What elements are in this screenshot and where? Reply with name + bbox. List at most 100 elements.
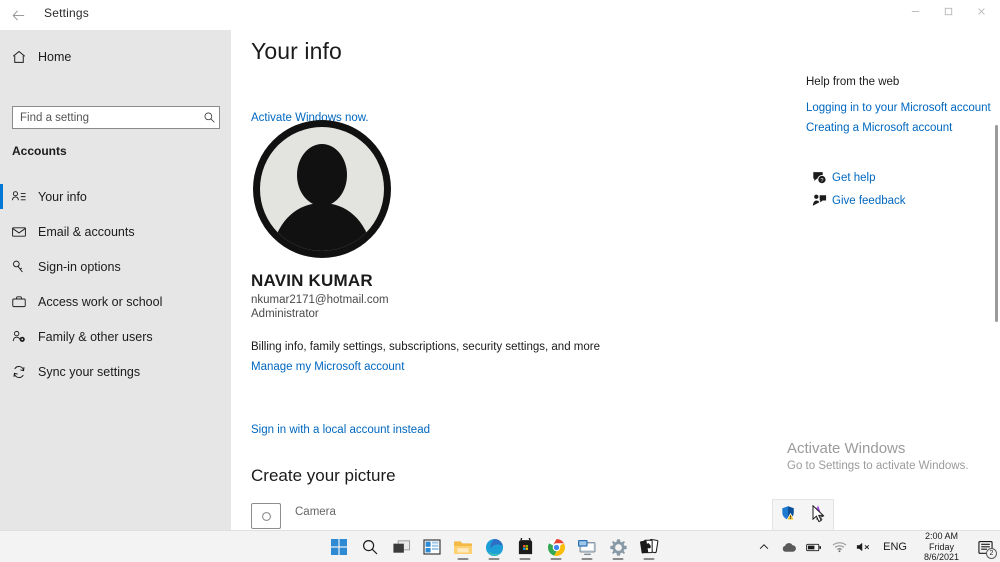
briefcase-icon bbox=[0, 294, 38, 310]
settings-gear-icon[interactable] bbox=[607, 531, 629, 562]
billing-info-text: Billing info, family settings, subscript… bbox=[251, 341, 600, 353]
defender-shield-warning-icon[interactable] bbox=[780, 505, 796, 526]
notifications-badge: 2 bbox=[986, 548, 997, 559]
selection-accent-bar bbox=[0, 184, 3, 209]
selection-accent-bar bbox=[0, 324, 3, 349]
wifi-icon[interactable] bbox=[831, 531, 847, 562]
close-icon bbox=[976, 6, 987, 17]
default-user-avatar bbox=[250, 117, 394, 261]
key-icon bbox=[0, 259, 38, 275]
search-icon[interactable] bbox=[199, 111, 219, 124]
chevron-up-icon[interactable] bbox=[756, 531, 772, 562]
sidebar-nav-list: Your info Email & accounts bbox=[0, 179, 231, 389]
sidebar-home-label: Home bbox=[38, 50, 71, 64]
clock-date: 8/6/2021 bbox=[924, 552, 959, 562]
get-help-icon: ? bbox=[806, 170, 832, 185]
search-input[interactable] bbox=[13, 107, 199, 128]
sidebar-item-email-accounts[interactable]: Email & accounts bbox=[0, 214, 231, 249]
google-chrome-icon[interactable] bbox=[545, 531, 567, 562]
sidebar-item-access-work-school[interactable]: Access work or school bbox=[0, 284, 231, 319]
sidebar-item-sign-in-options[interactable]: Sign-in options bbox=[0, 249, 231, 284]
vertical-scrollbar[interactable] bbox=[995, 125, 998, 322]
manage-microsoft-account-link[interactable]: Manage my Microsoft account bbox=[251, 361, 404, 373]
sidebar-item-label: Sign-in options bbox=[38, 260, 121, 274]
widgets-icon[interactable] bbox=[421, 531, 443, 562]
help-link-logging-in[interactable]: Logging in to your Microsoft account bbox=[806, 102, 991, 114]
speaker-muted-icon[interactable] bbox=[856, 531, 872, 562]
selection-accent-bar bbox=[0, 289, 3, 314]
running-indicator bbox=[458, 558, 469, 560]
user-email: nkumar2171@hotmail.com bbox=[251, 294, 389, 306]
selection-accent-bar bbox=[0, 359, 3, 384]
start-windows-icon[interactable] bbox=[328, 531, 350, 562]
home-icon bbox=[0, 49, 38, 65]
sign-in-local-account-link[interactable]: Sign in with a local account instead bbox=[251, 424, 430, 436]
create-picture-heading: Create your picture bbox=[251, 466, 396, 486]
microsoft-store-icon[interactable] bbox=[514, 531, 536, 562]
camera-label: Camera bbox=[295, 506, 336, 518]
sidebar-item-label: Email & accounts bbox=[38, 225, 135, 239]
selection-accent-bar bbox=[0, 219, 3, 244]
sidebar-item-label: Family & other users bbox=[38, 330, 153, 344]
sidebar: Home Accounts bbox=[0, 30, 231, 530]
back-arrow-icon bbox=[11, 8, 26, 23]
avatar[interactable] bbox=[250, 117, 394, 261]
sidebar-item-label: Access work or school bbox=[38, 295, 162, 309]
back-button[interactable] bbox=[2, 0, 34, 30]
camera-icon bbox=[251, 503, 281, 529]
page-title: Your info bbox=[251, 38, 342, 65]
user-name: NAVIN KUMAR bbox=[251, 271, 373, 291]
give-feedback-icon bbox=[806, 193, 832, 208]
language-indicator[interactable]: ENG bbox=[881, 541, 909, 553]
mouse-cursor bbox=[812, 505, 826, 528]
sidebar-item-label: Sync your settings bbox=[38, 365, 140, 379]
remote-desktop-icon[interactable] bbox=[576, 531, 598, 562]
give-feedback-action[interactable]: Give feedback bbox=[806, 193, 906, 208]
search-box[interactable] bbox=[12, 106, 220, 129]
sidebar-item-home[interactable]: Home bbox=[0, 42, 231, 72]
minimize-icon bbox=[910, 6, 921, 17]
sidebar-item-sync-your-settings[interactable]: Sync your settings bbox=[0, 354, 231, 389]
sidebar-section-header: Accounts bbox=[12, 144, 67, 158]
help-link-creating-account[interactable]: Creating a Microsoft account bbox=[806, 122, 952, 134]
maximize-button[interactable] bbox=[932, 0, 965, 22]
svg-text:?: ? bbox=[820, 178, 823, 184]
mail-icon bbox=[0, 224, 38, 240]
running-indicator bbox=[551, 558, 562, 560]
taskbar: ENG 2:00 AM Friday 8/6/2021 2 bbox=[0, 530, 1000, 562]
minimize-button[interactable] bbox=[899, 0, 932, 22]
sync-icon bbox=[0, 364, 38, 380]
window-title: Settings bbox=[44, 6, 89, 20]
clock-time: 2:00 AM bbox=[924, 531, 959, 542]
maximize-icon bbox=[943, 6, 954, 17]
running-indicator bbox=[582, 558, 593, 560]
screen: Settings bbox=[0, 0, 1000, 562]
running-indicator bbox=[644, 558, 655, 560]
get-help-action[interactable]: ? Get help bbox=[806, 170, 875, 185]
watermark-subtitle: Go to Settings to activate Windows. bbox=[787, 460, 987, 472]
give-feedback-label: Give feedback bbox=[832, 195, 906, 207]
help-panel-title: Help from the web bbox=[806, 76, 899, 88]
notifications-button[interactable]: 2 bbox=[974, 531, 996, 562]
camera-option[interactable]: Camera bbox=[251, 503, 336, 529]
solitaire-cards-icon[interactable] bbox=[638, 531, 660, 562]
sidebar-item-family-other-users[interactable]: Family & other users bbox=[0, 319, 231, 354]
title-bar: Settings bbox=[0, 0, 1000, 30]
search-icon[interactable] bbox=[359, 531, 381, 562]
close-button[interactable] bbox=[965, 0, 998, 22]
file-explorer-icon[interactable] bbox=[452, 531, 474, 562]
watermark-title: Activate Windows bbox=[787, 440, 987, 457]
onedrive-cloud-icon[interactable] bbox=[781, 531, 797, 562]
task-view-icon[interactable] bbox=[390, 531, 412, 562]
microsoft-edge-icon[interactable] bbox=[483, 531, 505, 562]
activation-watermark: Activate Windows Go to Settings to activ… bbox=[787, 440, 987, 472]
sidebar-item-your-info[interactable]: Your info bbox=[0, 179, 231, 214]
clock[interactable]: 2:00 AM Friday 8/6/2021 bbox=[918, 531, 965, 562]
settings-window: Settings bbox=[0, 0, 1000, 530]
selection-accent-bar bbox=[0, 254, 3, 279]
user-role: Administrator bbox=[251, 308, 319, 320]
taskbar-app-area bbox=[328, 531, 660, 562]
clock-day: Friday bbox=[924, 542, 959, 553]
battery-icon[interactable] bbox=[806, 531, 822, 562]
user-info-icon bbox=[0, 189, 38, 205]
